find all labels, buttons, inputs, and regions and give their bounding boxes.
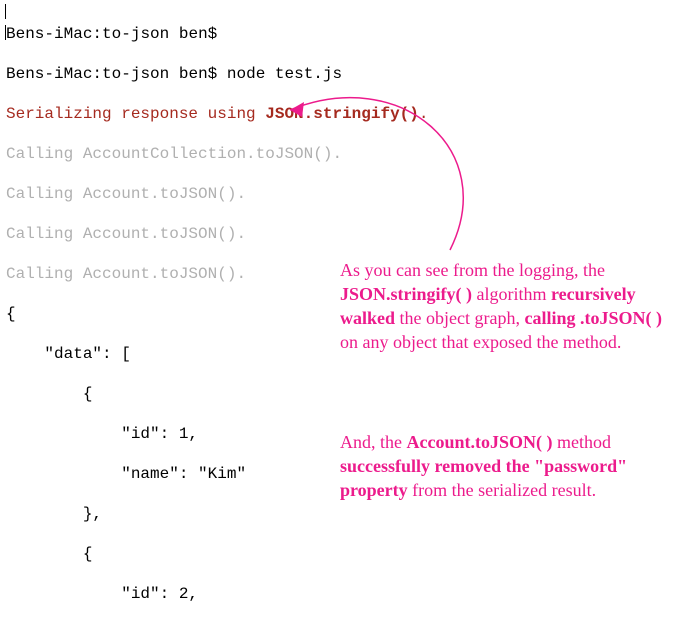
log-account: Calling Account.toJSON(). bbox=[6, 184, 428, 204]
anno-text: method bbox=[553, 432, 612, 452]
prompt-host: Bens-iMac bbox=[6, 65, 92, 83]
anno-strong: calling .toJSON( ) bbox=[524, 308, 662, 328]
prompt-user: ben bbox=[179, 25, 208, 43]
anno-text: from the serialized result. bbox=[408, 480, 596, 500]
annotation-paragraph-1: As you can see from the logging, the JSO… bbox=[340, 258, 680, 354]
log-account: Calling Account.toJSON(). bbox=[6, 224, 428, 244]
anno-text: on any object that exposed the method. bbox=[340, 332, 621, 352]
prompt-sep: $ bbox=[208, 65, 218, 83]
json-line: { bbox=[6, 544, 428, 564]
log-strong: JSON.stringify() bbox=[265, 105, 419, 123]
command-text: node test.js bbox=[227, 65, 342, 83]
anno-text: algorithm bbox=[472, 284, 551, 304]
prompt-sep: $ bbox=[208, 25, 218, 43]
prompt-user: ben bbox=[179, 65, 208, 83]
log-collection: Calling AccountCollection.toJSON(). bbox=[6, 144, 428, 164]
json-line: "id": 2, bbox=[6, 584, 428, 604]
prompt-line-empty: Bens-iMac:to-json ben$ bbox=[6, 24, 428, 44]
json-line: }, bbox=[6, 504, 428, 524]
log-text: Serializing response using bbox=[6, 105, 265, 123]
prompt-dir: to-json bbox=[102, 25, 169, 43]
log-serializing: Serializing response using JSON.stringif… bbox=[6, 104, 428, 124]
anno-strong: Account.toJSON( ) bbox=[407, 432, 553, 452]
log-text: . bbox=[419, 105, 429, 123]
prompt-dir: to-json bbox=[102, 65, 169, 83]
anno-text: And, the bbox=[340, 432, 407, 452]
annotation-paragraph-2: And, the Account.toJSON( ) method succes… bbox=[340, 430, 680, 502]
prompt-host: Bens-iMac bbox=[6, 25, 92, 43]
anno-text: the object graph, bbox=[395, 308, 524, 328]
json-line: { bbox=[6, 384, 428, 404]
anno-strong: JSON.stringify( ) bbox=[340, 284, 472, 304]
anno-text: As you can see from the logging, the bbox=[340, 260, 605, 280]
prompt-line-command: Bens-iMac:to-json ben$ node test.js bbox=[6, 64, 428, 84]
